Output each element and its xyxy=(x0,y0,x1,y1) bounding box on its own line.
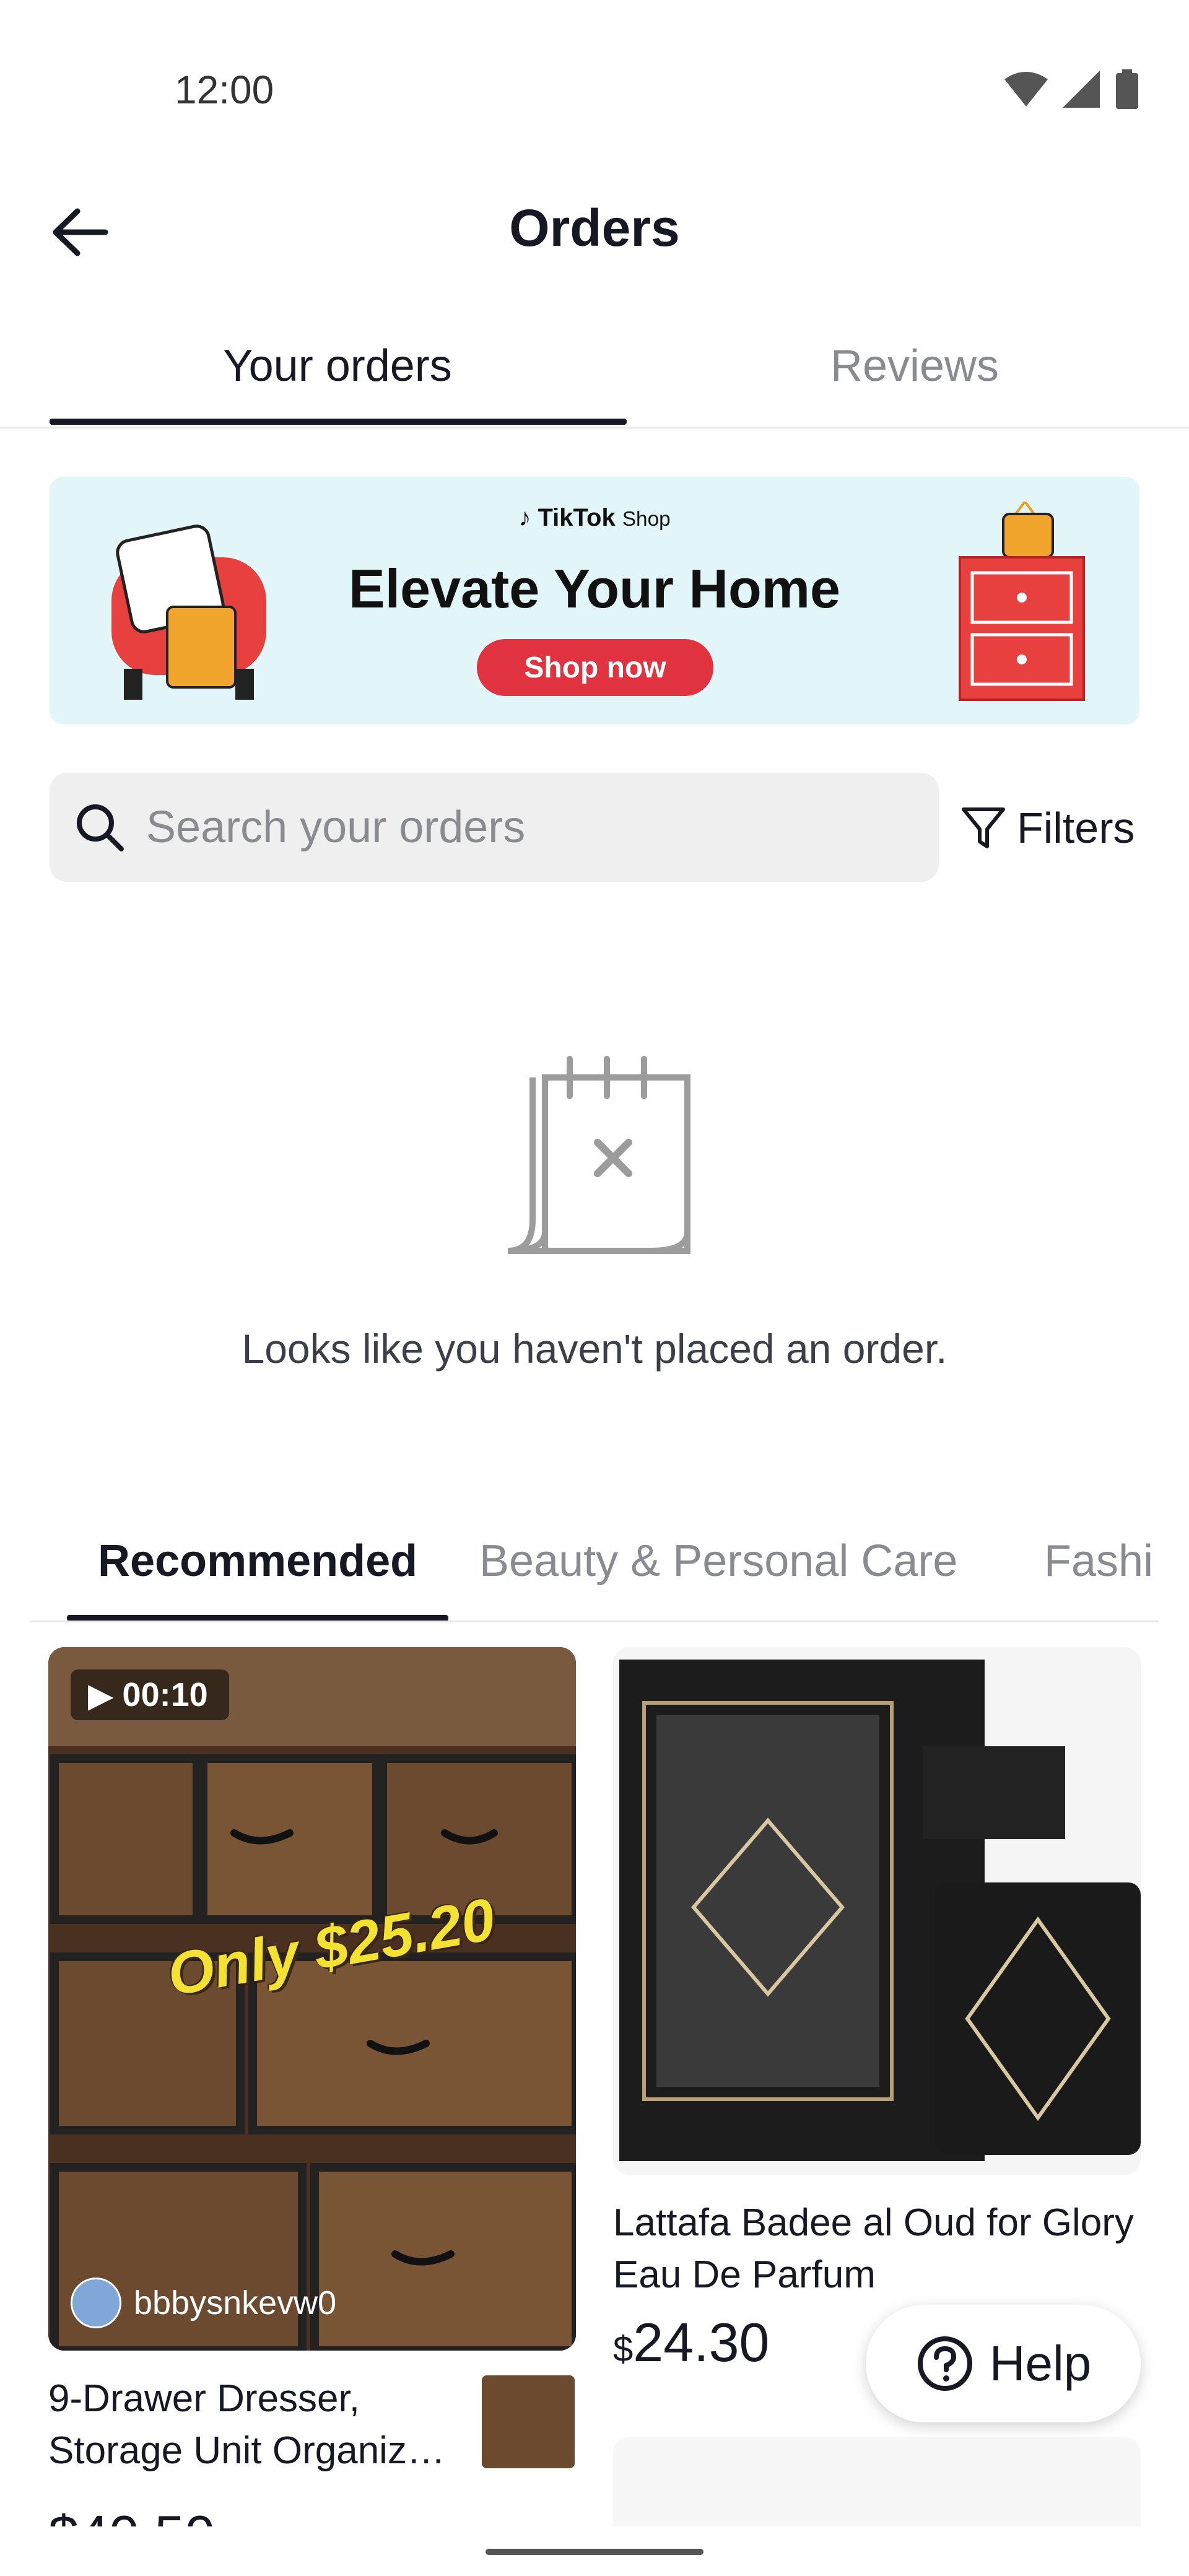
help-icon xyxy=(917,2336,972,2391)
tab-beauty-personal-care[interactable]: Beauty & Personal Care xyxy=(479,1536,957,1586)
video-duration-badge: ▶ 00:10 xyxy=(71,1669,229,1720)
product-title: Lattafa Badee al Oud for Glory Eau De Pa… xyxy=(613,2201,1134,2296)
shop-now-button[interactable]: Shop now xyxy=(477,639,713,696)
page-title: Orders xyxy=(509,199,680,257)
product-card[interactable]: ▶ 00:10 Only $25.20 bbbysnkevw0 9-Drawer… xyxy=(48,1647,576,2536)
product-image[interactable] xyxy=(613,1647,1141,2175)
orders-tabs: Your orders Reviews xyxy=(0,310,1189,429)
search-icon xyxy=(77,804,124,851)
tab-fashion[interactable]: Fashi xyxy=(1044,1536,1153,1586)
dresser-image xyxy=(48,1647,576,2351)
filters-button[interactable]: Filters xyxy=(960,781,1135,874)
empty-state-message: Looks like you haven't placed an order. xyxy=(242,1326,947,1372)
perfume-image xyxy=(613,1647,1141,2175)
wifi-icon xyxy=(1004,72,1048,107)
empty-calendar-icon xyxy=(507,1056,690,1254)
search-input[interactable] xyxy=(146,802,889,853)
avatar xyxy=(71,2278,121,2328)
tab-your-orders[interactable]: Your orders xyxy=(50,341,625,391)
header: Orders xyxy=(0,167,1189,291)
nightstand-illustration xyxy=(959,502,1085,701)
category-tabs: Recommended Beauty & Personal Care Fashi xyxy=(30,1511,1159,1622)
product-card[interactable]: Lattafa Badee al Oud for Glory Eau De Pa… xyxy=(613,1647,1141,2374)
status-time: 12:00 xyxy=(175,67,274,112)
product-thumbnail xyxy=(482,2375,575,2468)
filter-icon xyxy=(962,807,1005,848)
tiktok-logo-icon: ♪ xyxy=(518,504,531,531)
product-card[interactable] xyxy=(613,2437,1141,2536)
play-icon: ▶ xyxy=(88,1676,114,1714)
help-label: Help xyxy=(989,2336,1092,2391)
product-video[interactable]: ▶ 00:10 Only $25.20 bbbysnkevw0 xyxy=(48,1647,576,2351)
creator-name: bbbysnkevw0 xyxy=(134,2284,337,2321)
filters-label: Filters xyxy=(1017,804,1135,852)
status-icons xyxy=(1004,69,1139,109)
signal-icon xyxy=(1063,71,1100,108)
home-indicator[interactable] xyxy=(486,2549,703,2555)
order-search-box[interactable] xyxy=(50,773,939,882)
status-bar: 12:00 xyxy=(0,0,1189,142)
active-category-indicator xyxy=(67,1615,448,1621)
promo-banner[interactable]: ♪ TikTok Shop Elevate Your Home Shop now xyxy=(50,477,1139,724)
product-title: 9-Drawer Dresser, Storage Unit Organiz… xyxy=(48,2377,445,2472)
help-button[interactable]: Help xyxy=(866,2305,1141,2422)
tab-recommended[interactable]: Recommended xyxy=(98,1536,417,1586)
battery-icon xyxy=(1116,69,1138,109)
active-tab-indicator xyxy=(50,419,627,425)
creator-info[interactable]: bbbysnkevw0 xyxy=(71,2278,336,2328)
tab-reviews[interactable]: Reviews xyxy=(627,341,1189,391)
